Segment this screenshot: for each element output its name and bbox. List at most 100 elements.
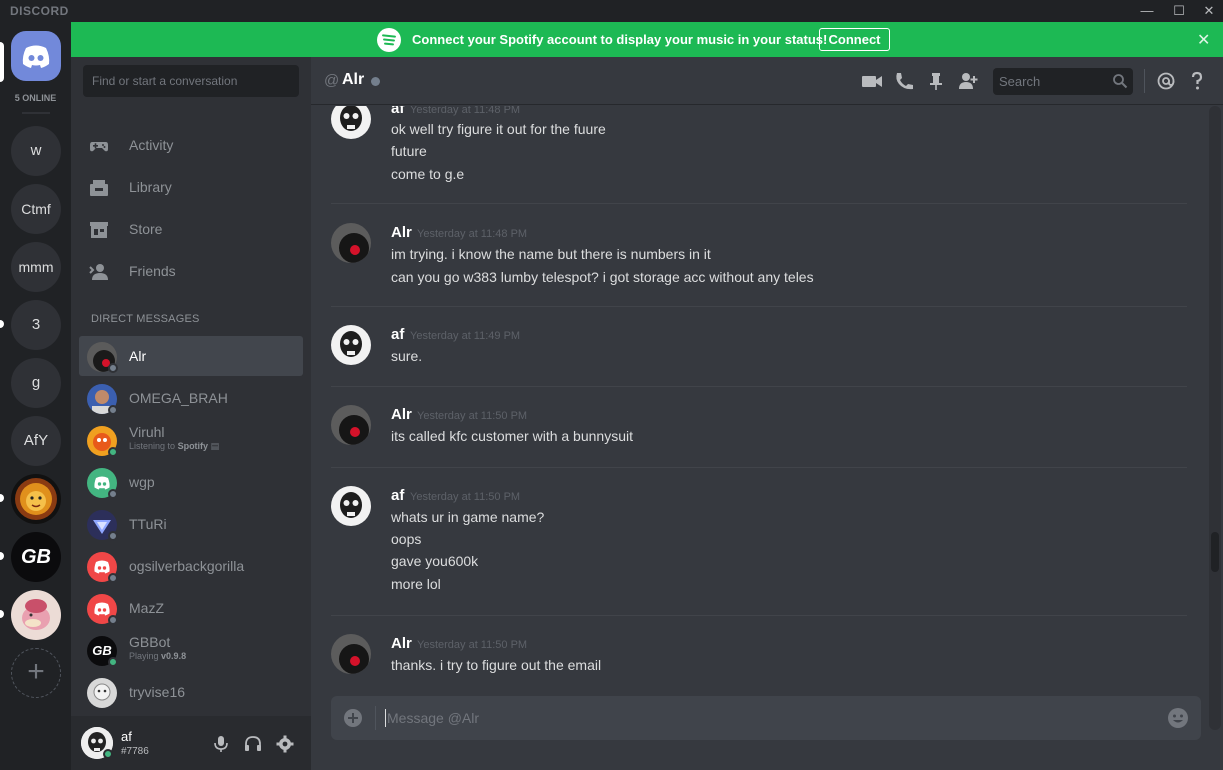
discord-app: DISCORD — ☐ ✕ 5 ONLINE w Ctmf mmm 3 g Af… xyxy=(0,0,1223,770)
message-group: af Yesterday at 11:48 PM ok well try fig… xyxy=(331,106,1187,189)
avatar[interactable] xyxy=(331,405,371,445)
header-divider xyxy=(1144,69,1145,93)
message-text: sure. xyxy=(391,348,423,364)
nav-activity-label: Activity xyxy=(129,137,174,153)
server-lion[interactable] xyxy=(11,474,61,524)
message-divider xyxy=(331,306,1187,307)
dm-item-tryvise16[interactable]: tryvise16 xyxy=(79,672,303,712)
nav-friends-label: Friends xyxy=(129,263,176,279)
server-ctmf[interactable]: Ctmf xyxy=(11,184,61,234)
message-group: af Yesterday at 11:49 PM sure. xyxy=(331,325,1187,370)
message-text: gave you600k xyxy=(391,553,479,569)
unread-indicator xyxy=(0,494,4,502)
add-friend-icon[interactable] xyxy=(957,71,979,91)
direct-messages-header: DIRECT MESSAGES xyxy=(91,313,200,325)
spotify-icon xyxy=(377,28,401,52)
dm-item-alr[interactable]: Alr xyxy=(79,336,303,376)
pin-icon[interactable] xyxy=(925,71,947,91)
message-timestamp: Yesterday at 11:49 PM xyxy=(410,330,521,342)
microphone-icon[interactable] xyxy=(211,734,231,754)
voice-call-icon[interactable] xyxy=(893,71,915,91)
username: af xyxy=(121,729,132,744)
at-icon: @ xyxy=(324,72,340,89)
help-icon[interactable] xyxy=(1186,71,1208,91)
message-text: ok well try figure it out for the fuure xyxy=(391,121,606,137)
conversation-search-input[interactable]: Find or start a conversation xyxy=(83,65,299,97)
scrollbar-thumb[interactable] xyxy=(1211,532,1219,572)
dm-item-ogsilverbackgorilla[interactable]: ogsilverbackgorilla xyxy=(79,546,303,586)
nav-store-label: Store xyxy=(129,221,163,237)
nav-activity[interactable]: Activity xyxy=(79,125,303,167)
add-server-button[interactable]: + xyxy=(11,648,61,698)
server-afy[interactable]: AfY xyxy=(11,416,61,466)
dm-item-mazz[interactable]: MazZ xyxy=(79,588,303,628)
message-list: af Yesterday at 11:48 PM ok well try fig… xyxy=(311,106,1211,730)
emoji-icon[interactable] xyxy=(1167,707,1189,729)
message-text: come to g.e xyxy=(391,166,465,182)
message-text: whats ur in game name? xyxy=(391,509,545,525)
dm-item-tturi[interactable]: TTuRi xyxy=(79,504,303,544)
dm-item-viruhl[interactable]: Viruhl Listening to Spotify ▤ xyxy=(79,420,303,460)
server-3[interactable]: 3 xyxy=(11,300,61,350)
headphones-icon[interactable] xyxy=(243,734,263,754)
minimize-button[interactable]: — xyxy=(1133,2,1161,20)
banner-close-icon[interactable]: ✕ xyxy=(1197,30,1210,50)
upload-plus-icon[interactable] xyxy=(343,708,363,728)
dm-item-omega-brah[interactable]: OMEGA_BRAH xyxy=(79,378,303,418)
message-author[interactable]: Alr xyxy=(391,406,412,423)
status-dot xyxy=(108,447,118,457)
store-icon xyxy=(90,222,108,238)
server-gb[interactable]: GB xyxy=(11,532,61,582)
server-mmm[interactable]: mmm xyxy=(11,242,61,292)
dm-name: Viruhl xyxy=(129,424,165,440)
message-text: im trying. i know the name but there is … xyxy=(391,246,711,262)
message-group: Alr Yesterday at 11:48 PM im trying. i k… xyxy=(331,223,1187,293)
message-text: oops xyxy=(391,531,422,547)
nav-friends[interactable]: Friends xyxy=(79,251,303,293)
server-rail: 5 ONLINE w Ctmf mmm 3 g AfY GB + xyxy=(0,22,71,770)
avatar[interactable] xyxy=(331,106,371,139)
nav-library[interactable]: Library xyxy=(79,167,303,209)
message-scrollbar[interactable] xyxy=(1209,106,1221,730)
message-author[interactable]: af xyxy=(391,106,404,117)
dm-name: GBBot xyxy=(129,634,171,650)
spotify-banner-text: Connect your Spotify account to display … xyxy=(412,32,828,47)
connect-spotify-button[interactable]: Connect xyxy=(819,28,890,51)
message-group: af Yesterday at 11:50 PM whats ur in gam… xyxy=(331,486,1187,598)
dm-sidebar: Find or start a conversation Activity Li… xyxy=(71,57,311,770)
message-author[interactable]: Alr xyxy=(391,224,412,241)
composer-divider xyxy=(375,706,376,730)
gamepad-icon xyxy=(90,142,108,152)
server-g[interactable]: g xyxy=(11,358,61,408)
server-pokemon[interactable] xyxy=(11,590,61,640)
message-author[interactable]: Alr xyxy=(391,635,412,652)
spotify-banner: Connect your Spotify account to display … xyxy=(71,22,1223,57)
user-tag: #7786 xyxy=(121,746,149,757)
video-call-icon[interactable] xyxy=(861,71,883,91)
message-author[interactable]: af xyxy=(391,487,404,504)
message-timestamp: Yesterday at 11:50 PM xyxy=(410,491,521,503)
message-author[interactable]: af xyxy=(391,326,404,343)
avatar[interactable] xyxy=(331,486,371,526)
nav-store[interactable]: Store xyxy=(79,209,303,251)
skull-avatar-icon xyxy=(331,325,371,365)
avatar[interactable] xyxy=(331,223,371,263)
dm-activity: Playing v0.9.8 xyxy=(129,651,187,661)
avatar[interactable] xyxy=(331,325,371,365)
lion-emblem-icon xyxy=(15,478,57,520)
dm-item-wgp[interactable]: wgp xyxy=(79,462,303,502)
maximize-button[interactable]: ☐ xyxy=(1165,2,1193,20)
skull-avatar-icon xyxy=(331,106,371,139)
server-w[interactable]: w xyxy=(11,126,61,176)
gear-icon[interactable] xyxy=(275,734,295,754)
dm-item-gbbot[interactable]: GB GBBot Playing v0.9.8 xyxy=(79,630,303,670)
unread-indicator xyxy=(0,320,4,328)
home-button[interactable] xyxy=(11,31,61,81)
close-window-button[interactable]: ✕ xyxy=(1195,2,1223,20)
mentions-icon[interactable] xyxy=(1155,71,1177,91)
avatar[interactable] xyxy=(331,634,371,674)
message-group: Alr Yesterday at 11:50 PM its called kfc… xyxy=(331,405,1187,450)
message-input[interactable] xyxy=(387,696,1147,740)
status-dot xyxy=(108,573,118,583)
avatar xyxy=(87,678,117,708)
